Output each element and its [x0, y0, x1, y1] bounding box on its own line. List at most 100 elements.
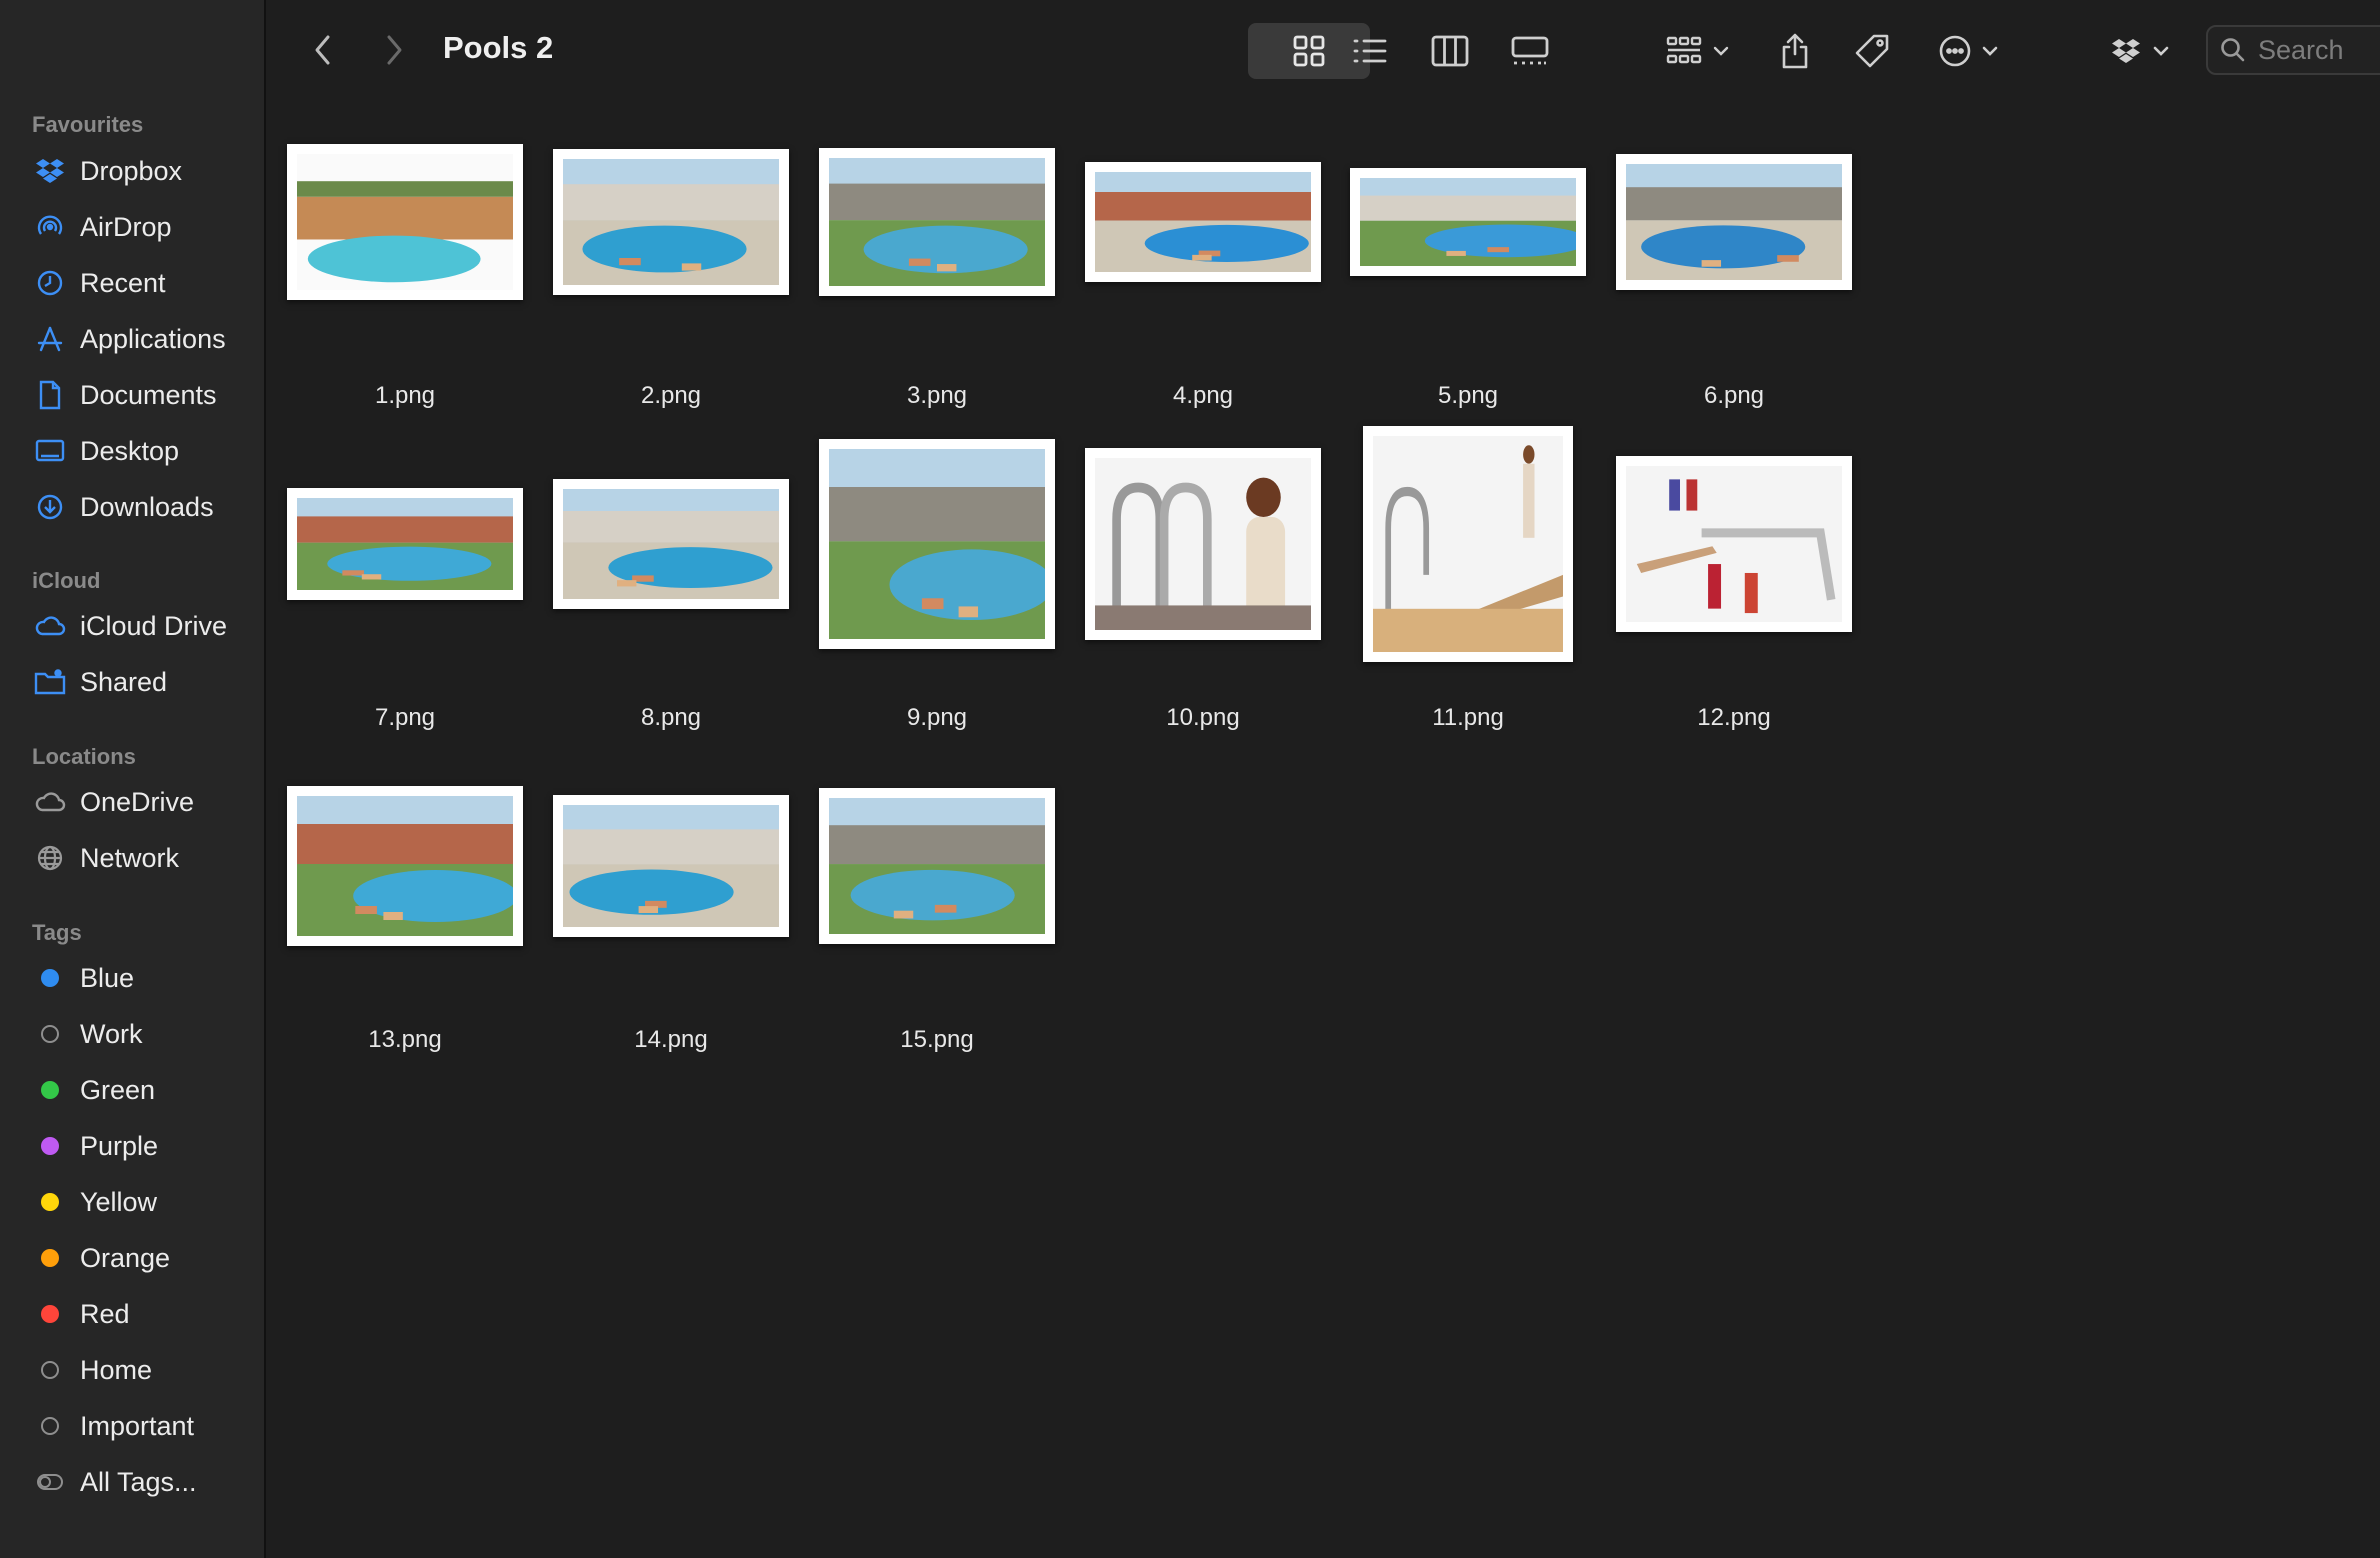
sidebar-item-label: iCloud Drive [80, 610, 228, 641]
file-item[interactable]: 7.png [270, 424, 540, 744]
tag-color-dot-icon [34, 1130, 66, 1162]
clock-icon [34, 267, 66, 299]
file-thumbnail[interactable] [287, 144, 523, 300]
sidebar-item-label: Green [80, 1074, 156, 1105]
tag-button[interactable] [1846, 23, 1898, 79]
list-view-icon [1353, 39, 1387, 63]
file-item[interactable]: 6.png [1599, 102, 1869, 422]
search-field[interactable]: Search [2206, 25, 2380, 75]
sidebar-item-label: Dropbox [80, 155, 183, 186]
sidebar-item-airdrop[interactable]: AirDrop [0, 201, 264, 253]
file-thumbnail[interactable] [553, 479, 789, 609]
sidebar-tag-red[interactable]: Red [0, 1288, 264, 1340]
tags-heading: Tags [32, 920, 82, 945]
file-thumbnail[interactable] [1085, 162, 1321, 282]
tag-dot [41, 1081, 59, 1099]
file-name: 14.png [634, 1026, 708, 1053]
file-name: 9.png [906, 704, 968, 731]
group-by-button[interactable] [1660, 23, 1740, 79]
sidebar-tag-orange[interactable]: Orange [0, 1232, 264, 1284]
sidebar-item-onedrive[interactable]: OneDrive [0, 776, 264, 828]
sidebar-tag-blue[interactable]: Blue [0, 952, 264, 1004]
more-actions-button[interactable] [1932, 23, 2012, 79]
tag-icon [1855, 34, 1889, 68]
file-item[interactable]: 3.png [802, 102, 1072, 422]
share-button[interactable] [1770, 23, 1820, 79]
file-item[interactable]: 12.png [1599, 424, 1869, 744]
back-button[interactable] [305, 30, 341, 70]
file-thumbnail[interactable] [287, 786, 523, 946]
sidebar-tag-all-tags[interactable]: All Tags... [0, 1456, 264, 1508]
desktop-icon [34, 435, 66, 467]
file-item[interactable]: 1.png [270, 102, 540, 422]
search-icon [2221, 38, 2245, 62]
sidebar-item-label: Home [80, 1354, 153, 1385]
gallery-view-button[interactable] [1500, 23, 1560, 79]
tag-dot [41, 1417, 59, 1435]
forward-button[interactable] [376, 30, 412, 70]
sidebar-item-label: Work [80, 1018, 143, 1049]
sidebar-tag-home[interactable]: Home [0, 1344, 264, 1396]
sidebar-item-label: Blue [80, 962, 135, 993]
column-view-icon [1431, 35, 1469, 67]
file-item[interactable]: 14.png [536, 746, 806, 1066]
file-thumbnail[interactable] [1363, 426, 1573, 662]
sidebar-item-label: OneDrive [80, 786, 195, 817]
sidebar-item-dropbox[interactable]: Dropbox [0, 145, 264, 197]
thumbnail-container [270, 746, 540, 986]
file-thumbnail[interactable] [553, 149, 789, 295]
list-view-button[interactable] [1340, 23, 1400, 79]
sidebar-tag-purple[interactable]: Purple [0, 1120, 264, 1172]
share-icon [1782, 33, 1808, 69]
thumbnail-container [802, 102, 1072, 342]
sidebar-tag-work[interactable]: Work [0, 1008, 264, 1060]
file-name: 3.png [906, 382, 968, 409]
file-item[interactable]: 15.png [802, 746, 1072, 1066]
file-item[interactable]: 13.png [270, 746, 540, 1066]
file-thumbnail[interactable] [819, 148, 1055, 296]
file-thumbnail[interactable] [287, 488, 523, 600]
tag-color-dot-icon [34, 962, 66, 994]
sidebar-tag-green[interactable]: Green [0, 1064, 264, 1116]
group-icon [1666, 36, 1729, 64]
file-thumbnail[interactable] [1350, 168, 1586, 276]
file-name: 10.png [1166, 704, 1240, 731]
file-name: 12.png [1697, 704, 1771, 731]
thumbnail-container [1599, 424, 1869, 664]
sidebar-item-label: AirDrop [80, 211, 172, 242]
file-thumbnail[interactable] [819, 439, 1055, 649]
sidebar-item-documents[interactable]: Documents [0, 369, 264, 421]
window-title: Pools 2 [443, 30, 554, 65]
file-thumbnail[interactable] [819, 788, 1055, 944]
file-thumbnail[interactable] [1616, 154, 1852, 290]
file-name: 13.png [368, 1026, 442, 1053]
file-thumbnail[interactable] [1085, 448, 1321, 640]
sidebar-item-label: Network [80, 842, 180, 873]
dropbox-menu-button[interactable] [2106, 23, 2182, 79]
sidebar-tag-yellow[interactable]: Yellow [0, 1176, 264, 1228]
search-placeholder: Search [2258, 34, 2344, 65]
column-view-button[interactable] [1420, 23, 1480, 79]
sidebar-item-icloud-drive[interactable]: iCloud Drive [0, 600, 264, 652]
sidebar-item-shared[interactable]: Shared [0, 656, 264, 708]
file-item[interactable]: 11.png [1333, 424, 1603, 744]
sidebar-item-applications[interactable]: Applications [0, 313, 264, 365]
file-item[interactable]: 2.png [536, 102, 806, 422]
tag-color-dot-icon [34, 1354, 66, 1386]
sidebar-item-network[interactable]: Network [0, 832, 264, 884]
download-icon [34, 491, 66, 523]
file-item[interactable]: 9.png [802, 424, 1072, 744]
sidebar-item-desktop[interactable]: Desktop [0, 425, 264, 477]
thumbnail-container [802, 746, 1072, 986]
file-item[interactable]: 5.png [1333, 102, 1603, 422]
file-thumbnail[interactable] [1616, 456, 1852, 632]
sidebar-tag-important[interactable]: Important [0, 1400, 264, 1452]
file-item[interactable]: 8.png [536, 424, 806, 744]
sidebar-item-recent[interactable]: Recent [0, 257, 264, 309]
file-item[interactable]: 4.png [1068, 102, 1338, 422]
file-thumbnail[interactable] [553, 795, 789, 937]
cloud-icon [34, 610, 66, 642]
file-item[interactable]: 10.png [1068, 424, 1338, 744]
sidebar-item-downloads[interactable]: Downloads [0, 481, 264, 533]
thumbnail-container [802, 424, 1072, 664]
